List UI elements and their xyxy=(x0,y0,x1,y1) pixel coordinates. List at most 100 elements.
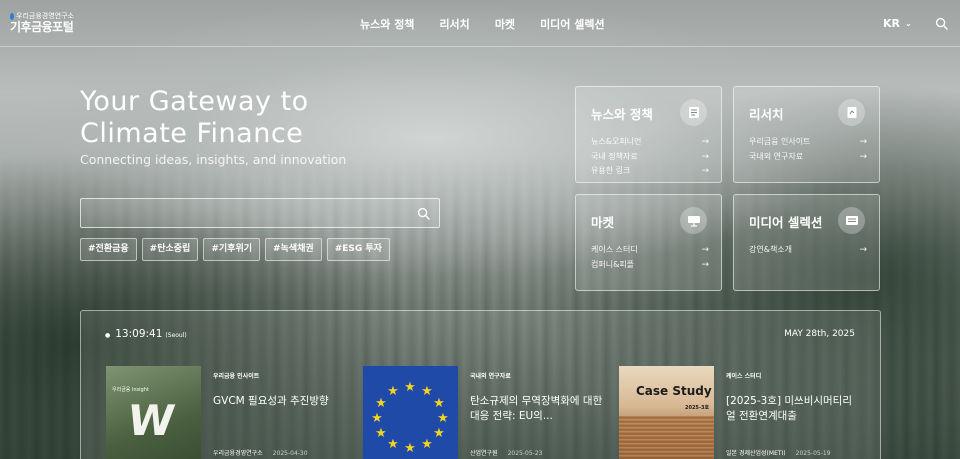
presentation-icon xyxy=(680,207,707,234)
tag-transition-finance[interactable]: #전환금융 xyxy=(80,238,137,261)
item-date: 2025-04-30 xyxy=(272,450,308,457)
svg-text:★: ★ xyxy=(371,411,383,426)
card-title: 리서치 xyxy=(749,107,784,122)
search-input[interactable] xyxy=(81,199,411,227)
item-category: 국내외 연구자료 xyxy=(470,373,511,380)
item-date: 2025-05-19 xyxy=(795,450,831,457)
svg-text:★: ★ xyxy=(404,380,416,395)
arrow-right-icon: → xyxy=(701,166,709,176)
card-link-list: 뉴스&오피니언 → 국내 정책자료 → 유용한 링크 → xyxy=(591,135,709,179)
tag-carbon-neutral[interactable]: #탄소중립 xyxy=(141,238,199,261)
link-label: 우리금융 인사이트 xyxy=(749,137,811,146)
thumbnail-label: 우리금융 insight xyxy=(112,387,149,393)
link-label: 컴퍼니&피플 xyxy=(591,259,635,269)
card-link[interactable]: 국내외 연구자료 → xyxy=(749,150,867,165)
arrow-right-icon: → xyxy=(701,137,709,147)
item-category: 케이스 스터디 xyxy=(726,373,762,380)
svg-text:★: ★ xyxy=(387,437,399,452)
search-bar xyxy=(80,198,440,228)
svg-text:★: ★ xyxy=(421,384,433,399)
item-meta: 우리금융경영연구소 2025-04-30 xyxy=(213,448,308,457)
svg-text:★: ★ xyxy=(404,441,416,456)
card-link[interactable]: 유용한 링크 → xyxy=(591,164,709,179)
content-item[interactable]: ★ ★ ★ ★ ★ ★ ★ ★ ★ ★ ★ ★ 국내외 연구자료 탄소규제의 무… xyxy=(363,366,603,459)
card-link[interactable]: 국내 정책자료 → xyxy=(591,150,709,165)
item-date: 2025-05-23 xyxy=(507,450,543,457)
nav-media-selection[interactable]: 미디어 셀렉션 xyxy=(540,16,605,32)
card-link[interactable]: 컴퍼니&피플 → xyxy=(591,258,709,273)
hero-title-line1: Your Gateway to xyxy=(80,86,309,117)
svg-text:★: ★ xyxy=(375,396,387,411)
arrow-right-icon: → xyxy=(701,245,709,255)
clock-time: 13:09:41 xyxy=(115,328,163,340)
item-title: [2025-3호] 미쓰비시머티리얼 전환연계대출 xyxy=(726,395,853,422)
item-title: 탄소규제의 무역장벽화에 대한 대응 전략: EU의... xyxy=(470,395,603,422)
site-header: 우리금융경영연구소 기후금융포털 뉴스와 정책 리서치 마켓 미디어 셀렉션 K… xyxy=(0,0,960,47)
card-link[interactable]: 강연&책소개 → xyxy=(749,243,867,258)
card-research[interactable]: 리서치 우리금융 인사이트 → 국내외 연구자료 → xyxy=(733,86,880,183)
nav-market[interactable]: 마켓 xyxy=(495,16,515,32)
card-market[interactable]: 마켓 케이스 스터디 → 컴퍼니&피플 → xyxy=(575,194,722,291)
arrow-right-icon: → xyxy=(859,151,867,162)
item-meta: 산업연구원 2025-05-23 xyxy=(470,448,542,457)
card-link-list: 케이스 스터디 → 컴퍼니&피플 → xyxy=(591,243,709,272)
content-item[interactable]: 우리금융 insight W 우리금융 인사이트 GVCM 필요성과 추진방향 … xyxy=(106,366,346,459)
card-title: 뉴스와 정책 xyxy=(591,107,653,122)
search-icon[interactable] xyxy=(935,17,948,30)
logo-mark-icon xyxy=(10,12,15,20)
svg-text:★: ★ xyxy=(433,426,445,441)
card-link[interactable]: 뉴스&오피니언 → xyxy=(591,135,709,150)
chevron-down-icon: ⌄ xyxy=(905,19,912,28)
hashtag-list: #전환금융 #탄소중립 #기후위기 #녹색채권 #ESG 투자 xyxy=(80,238,395,261)
item-thumbnail: Case Study 2025-3호 xyxy=(619,366,714,459)
item-source: 우리금융경영연구소 xyxy=(213,450,263,457)
arrow-right-icon: → xyxy=(701,259,709,270)
live-clock: ● 13:09:41 (Seoul) xyxy=(105,328,187,340)
thumbnail-logo-mark: W xyxy=(124,396,172,445)
site-logo[interactable]: 우리금융경영연구소 기후금융포털 xyxy=(10,12,74,34)
svg-text:★: ★ xyxy=(421,437,433,452)
item-title: GVCM 필요성과 추진방향 xyxy=(213,395,329,407)
nav-research[interactable]: 리서치 xyxy=(439,16,469,32)
card-link[interactable]: 우리금융 인사이트 → xyxy=(749,135,867,150)
thumbnail-sublabel: 2025-3호 xyxy=(685,405,710,411)
svg-text:★: ★ xyxy=(387,384,399,399)
coin-stack-image xyxy=(619,416,714,459)
link-label: 국내외 연구자료 xyxy=(749,151,804,161)
item-source: 일본 경제산업성(METI) xyxy=(726,450,786,457)
card-title: 미디어 셀렉션 xyxy=(749,215,823,230)
item-category: 우리금융 인사이트 xyxy=(213,373,260,380)
eu-flag-icon: ★ ★ ★ ★ ★ ★ ★ ★ ★ ★ ★ ★ xyxy=(363,366,458,459)
item-meta: 일본 경제산업성(METI) 2025-05-19 xyxy=(726,448,831,457)
svg-text:★: ★ xyxy=(437,411,449,426)
item-thumbnail: 우리금융 insight W xyxy=(106,366,201,459)
link-label: 강연&책소개 xyxy=(749,245,793,254)
logo-title: 기후금융포털 xyxy=(10,20,74,34)
arrow-right-icon: → xyxy=(701,151,709,162)
link-label: 국내 정책자료 xyxy=(591,151,638,161)
language-label: KR xyxy=(883,17,900,30)
link-label: 뉴스&오피니언 xyxy=(591,137,642,146)
clock-dot-icon: ● xyxy=(105,332,111,339)
search-icon[interactable] xyxy=(417,207,430,220)
logo-org: 우리금융경영연구소 xyxy=(10,12,74,20)
link-label: 케이스 스터디 xyxy=(591,245,638,254)
svg-text:★: ★ xyxy=(433,396,445,411)
hero-subtitle: Connecting ideas, insights, and innovati… xyxy=(80,152,347,167)
nav-news-policy[interactable]: 뉴스와 정책 xyxy=(360,16,414,32)
logo-org-text: 우리금융경영연구소 xyxy=(16,12,74,20)
content-item[interactable]: Case Study 2025-3호 케이스 스터디 [2025-3호] 미쓰비… xyxy=(619,366,859,459)
tag-green-bond[interactable]: #녹색채권 xyxy=(265,238,322,261)
card-title: 마켓 xyxy=(591,215,615,230)
main-nav: 뉴스와 정책 리서치 마켓 미디어 셀렉션 xyxy=(360,0,630,47)
link-label: 유용한 링크 xyxy=(591,166,631,175)
tag-climate-crisis[interactable]: #기후위기 xyxy=(203,238,261,261)
tag-esg-investment[interactable]: #ESG 투자 xyxy=(326,238,390,261)
card-news-policy[interactable]: 뉴스와 정책 뉴스&오피니언 → 국내 정책자료 → 유용한 링크 → xyxy=(575,86,722,183)
card-media-selection[interactable]: 미디어 셀렉션 강연&책소개 → xyxy=(733,194,880,291)
language-selector[interactable]: KR ⌄ xyxy=(883,17,912,30)
item-source: 산업연구원 xyxy=(470,450,498,457)
hero-title-line2: Climate Finance xyxy=(80,118,304,149)
card-link-list: 강연&책소개 → xyxy=(749,243,867,258)
card-link[interactable]: 케이스 스터디 → xyxy=(591,243,709,258)
